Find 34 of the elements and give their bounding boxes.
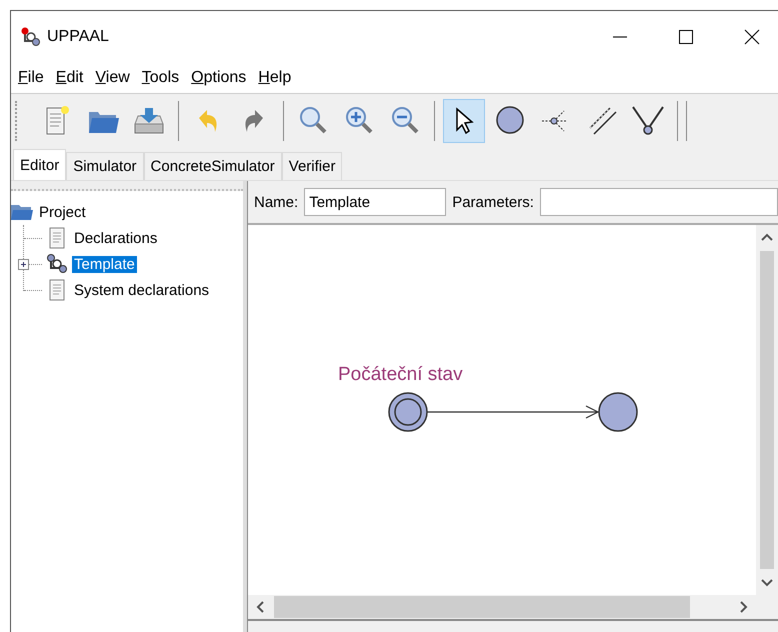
tree-item[interactable]: Declarations	[72, 230, 160, 246]
menu-item[interactable]: View	[94, 69, 131, 87]
parameters-label: Parameters:	[452, 194, 534, 210]
name-field[interactable]: Template	[304, 188, 446, 216]
location-label: Počáteční stav	[338, 364, 463, 385]
tree-item[interactable]: System declarations	[72, 282, 212, 298]
tab[interactable]: Verifier	[282, 152, 342, 180]
tab[interactable]: Simulator	[66, 152, 144, 180]
menu-item[interactable]: Options	[190, 69, 248, 87]
scroll-down-icon[interactable]	[761, 579, 773, 587]
location	[598, 392, 638, 432]
name-label: Name:	[254, 194, 298, 210]
window-title: UPPAAL	[47, 28, 109, 46]
initial-location	[388, 392, 428, 432]
parameters-field[interactable]	[540, 188, 778, 216]
maximize-icon[interactable]	[678, 29, 694, 45]
expand-icon[interactable]	[18, 259, 29, 270]
scroll-left-icon[interactable]	[256, 601, 264, 613]
app-logo-icon	[21, 27, 41, 47]
menu-item[interactable]: Help	[257, 69, 292, 87]
menu-item[interactable]: Edit	[54, 69, 84, 87]
folder-icon	[11, 204, 33, 220]
menu-item[interactable]: File	[17, 69, 45, 87]
tab[interactable]: Editor	[13, 149, 66, 180]
pointer-tool-button[interactable]	[443, 99, 485, 143]
tab[interactable]: ConcreteSimulator	[144, 152, 282, 180]
tree-item[interactable]: Project	[37, 204, 88, 220]
scroll-right-icon[interactable]	[740, 601, 748, 613]
menu-item[interactable]: Tools	[140, 69, 180, 87]
panel-grip[interactable]	[11, 181, 243, 191]
scroll-up-icon[interactable]	[761, 233, 773, 241]
template-icon	[46, 253, 68, 275]
tree-item[interactable]: Template	[72, 256, 137, 272]
close-icon[interactable]	[744, 29, 760, 45]
